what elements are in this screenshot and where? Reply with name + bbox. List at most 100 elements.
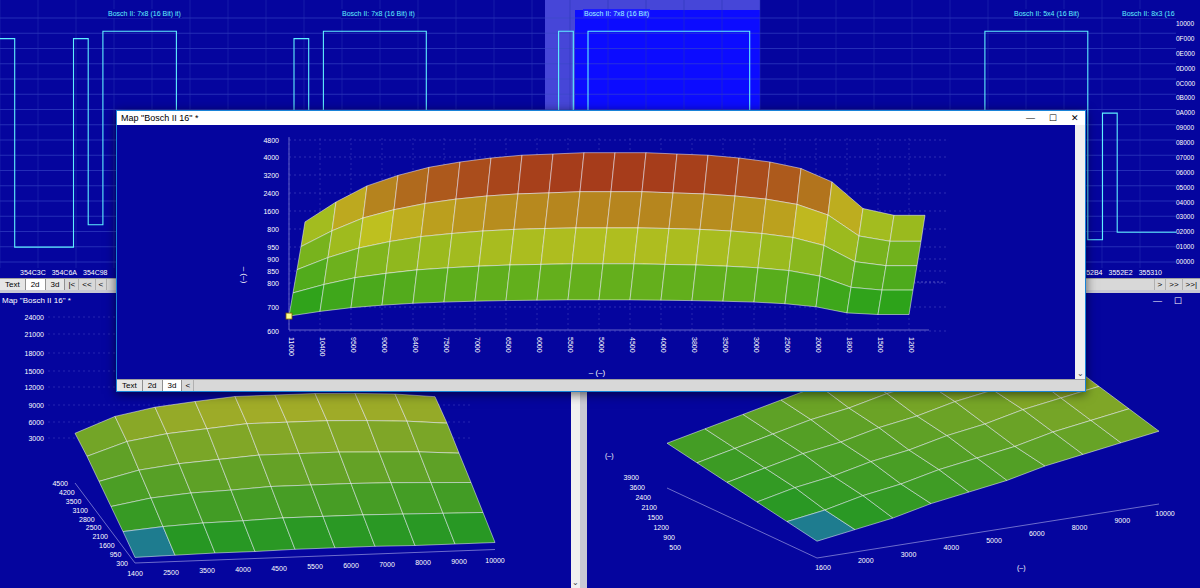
- window-control[interactable]: ✕: [1071, 112, 1079, 124]
- surface-cell: [514, 193, 549, 230]
- nav-right: >>>>>|: [1154, 279, 1200, 290]
- scroll-arrow[interactable]: ⌄: [1077, 369, 1084, 379]
- surface-cell: [696, 229, 731, 266]
- address-label: 354C98: [83, 268, 108, 278]
- value-axis-label: 09000: [1176, 124, 1200, 132]
- map-window[interactable]: Map "Bosch II 16" *—☐✕480040003200240016…: [116, 110, 1086, 392]
- tab[interactable]: 3d: [163, 380, 183, 391]
- surface-cell: [634, 228, 669, 265]
- surface-cell: [425, 162, 460, 204]
- col-axis-label: 7000: [379, 561, 395, 568]
- surface-cell: [607, 192, 642, 228]
- selected-cell-marker[interactable]: [286, 313, 292, 319]
- map-label[interactable]: Bosch II: 7x8 (16 Bit) it): [341, 9, 416, 18]
- window-title: Map "Bosch II 16" *: [121, 112, 198, 124]
- value-axis-label: 00000: [1176, 258, 1200, 266]
- nav-button[interactable]: >>|: [1182, 279, 1200, 290]
- x-axis-label: 1500: [877, 337, 884, 353]
- value-axis-label: 07000: [1176, 154, 1200, 162]
- col-axis-label: 2000: [858, 557, 874, 564]
- y-axis-label: 900: [663, 534, 675, 541]
- surface-cell: [320, 278, 355, 312]
- scrollbar[interactable]: ⌄: [1075, 125, 1085, 379]
- surface-cell: [444, 266, 479, 302]
- col-axis-label: 3000: [901, 551, 917, 558]
- nav-button[interactable]: <: [96, 279, 108, 290]
- surface-cell: [419, 452, 471, 483]
- surface-cell: [886, 241, 921, 265]
- surface-cell: [816, 276, 851, 313]
- title-bar[interactable]: Map "Bosch II 16" * — ☐ ✕: [117, 111, 1085, 125]
- window-control[interactable]: —: [1026, 112, 1035, 124]
- surface-cell: [475, 265, 510, 301]
- map-label[interactable]: Bosch II: 7x8 (16 Bit) it): [107, 9, 182, 18]
- map-label[interactable]: Bosch II: 8x3 (16: [1121, 9, 1176, 18]
- tab[interactable]: 2d: [143, 380, 163, 391]
- col-axis-label: 9000: [1114, 517, 1130, 524]
- y-axis-label: 6000: [28, 419, 44, 426]
- window-control[interactable]: ☐: [1174, 295, 1182, 307]
- surface-cell: [785, 271, 820, 307]
- surface-cell: [603, 228, 638, 264]
- surface-cell: [638, 192, 673, 229]
- col-axis-label: 5500: [307, 563, 323, 570]
- window-control[interactable]: —: [1153, 295, 1162, 307]
- x-axis-label: 3800: [691, 337, 698, 353]
- y-axis-label: 1600: [263, 208, 279, 215]
- window-title: Map "Bosch II 16" *: [2, 295, 71, 307]
- surface-cell: [642, 153, 677, 193]
- nav-button[interactable]: >: [1154, 279, 1166, 290]
- value-axis-label: 0A000: [1176, 109, 1200, 117]
- surface-cell: [882, 266, 917, 290]
- surface-cell: [395, 394, 447, 423]
- x-axis-label: 2000: [815, 337, 822, 353]
- tab[interactable]: Text: [0, 279, 26, 290]
- x-axis-label: 3500: [722, 337, 729, 353]
- surface-cell: [851, 262, 886, 290]
- surface-cell: [704, 155, 739, 196]
- y-axis-label: 2100: [641, 504, 657, 511]
- tab[interactable]: 3d: [46, 279, 66, 290]
- x-axis-label: 8400: [412, 337, 419, 353]
- surface-cell: [878, 290, 913, 314]
- col-axis-label: 4500: [271, 565, 287, 572]
- nav-button[interactable]: >>: [1165, 279, 1181, 290]
- col-axis-label: 2500: [163, 569, 179, 576]
- map-label[interactable]: Bosch II: 7x8 (16 Bit): [583, 9, 650, 18]
- surface-cell: [762, 199, 797, 237]
- window-control[interactable]: ☐: [1049, 112, 1057, 124]
- surface-cell: [665, 229, 700, 266]
- y-axis-label: 800: [267, 280, 279, 287]
- tab[interactable]: Text: [117, 380, 143, 391]
- app: Bosch II: 7x8 (16 Bit) it) Bosch II: 7x8 …: [0, 0, 1200, 588]
- x-axis-label: 1200: [908, 337, 915, 353]
- nav-button[interactable]: <: [182, 380, 194, 391]
- address-label: 354C6A: [52, 268, 77, 278]
- x-axis-label: 9000: [381, 337, 388, 353]
- x-axis-label: 3000: [753, 337, 760, 353]
- surface-cell: [847, 287, 882, 314]
- surface-cell: [417, 234, 452, 270]
- x-axis-label: 6000: [536, 337, 543, 353]
- scroll-arrow[interactable]: ⌄: [572, 578, 579, 588]
- col-axis-label: 4000: [943, 544, 959, 551]
- surface-cell: [735, 158, 770, 199]
- row-axis-label: 950: [110, 551, 122, 558]
- surface-cell: [413, 268, 448, 304]
- map-label[interactable]: Bosch II: 5x4 (16 Bit): [1013, 9, 1080, 18]
- value-axis-label: 10000: [1176, 20, 1200, 28]
- nav-button[interactable]: |<: [65, 279, 79, 290]
- value-axis-label: 02000: [1176, 228, 1200, 236]
- surface-cell: [789, 238, 824, 277]
- y-axis-label: 850: [267, 268, 279, 275]
- row-axis-label: 3500: [66, 498, 82, 505]
- tab[interactable]: 2d: [26, 279, 46, 290]
- nav-button[interactable]: <<: [79, 279, 95, 290]
- col-axis-label: 4000: [235, 566, 251, 573]
- y-axis-label: 600: [267, 328, 279, 335]
- x-axis-title: – (–): [589, 368, 606, 377]
- surface-cell: [859, 209, 894, 242]
- map-3d-chart[interactable]: 4800400032002400160080095090085080070060…: [117, 125, 1075, 379]
- y-axis-label: 15000: [25, 368, 45, 375]
- surface: [286, 153, 925, 319]
